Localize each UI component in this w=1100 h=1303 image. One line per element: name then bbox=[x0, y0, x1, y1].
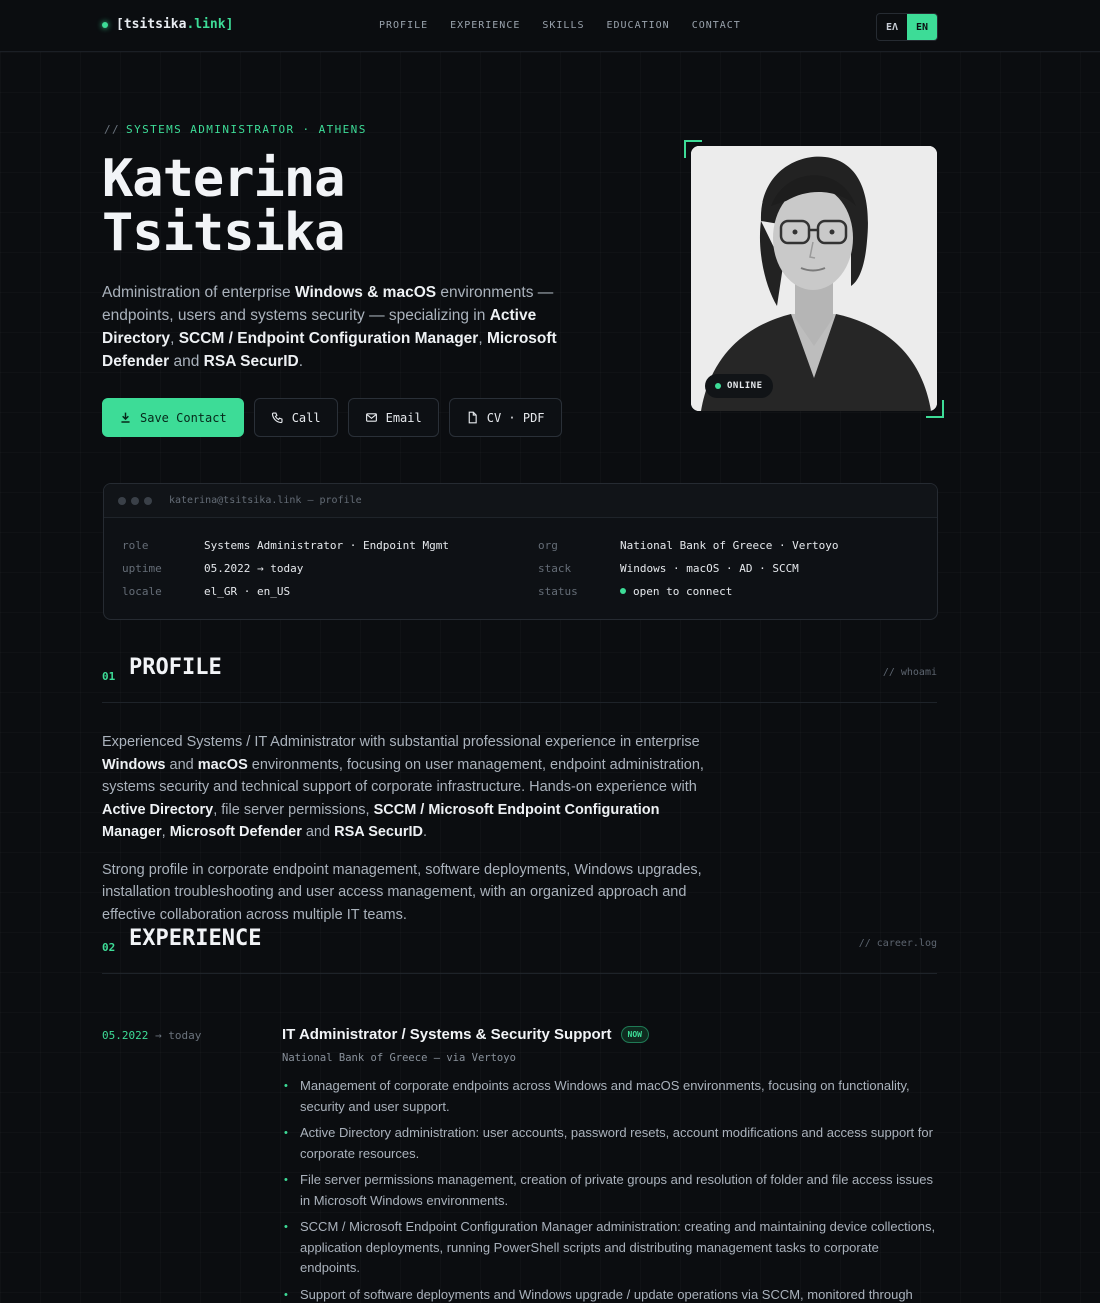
profile-terminal: katerina@tsitsika.link — profile role Sy… bbox=[103, 483, 938, 620]
site-logo[interactable]: [tsitsika.link] bbox=[102, 17, 233, 32]
lang-el-button[interactable]: EΛ bbox=[877, 14, 907, 40]
terminal-rows: role Systems Administrator · Endpoint Mg… bbox=[122, 539, 919, 608]
terminal-row: locale el_GR · en_US status open to conn… bbox=[122, 585, 733, 598]
list-item: File server permissions management, crea… bbox=[282, 1170, 937, 1211]
profile-text: Experienced Systems / IT Administrator w… bbox=[102, 731, 717, 926]
window-dot-icon bbox=[118, 496, 126, 505]
nav-links: PROFILE EXPERIENCE SKILLS EDUCATION CONT… bbox=[379, 20, 741, 31]
first-name: Katerina bbox=[102, 149, 345, 209]
language-switcher: EΛ EN bbox=[876, 13, 938, 41]
nav-link-education[interactable]: EDUCATION bbox=[607, 20, 670, 31]
section-number: 02 bbox=[102, 941, 116, 954]
window-dot-icon bbox=[131, 496, 139, 505]
lang-en-button[interactable]: EN bbox=[907, 14, 937, 40]
current-job-badge: NOW bbox=[620, 1026, 649, 1043]
online-badge: ONLINE bbox=[705, 374, 773, 398]
hero-description: Administration of enterprise Windows & m… bbox=[102, 284, 557, 370]
job-date-range: 05.2022 → today bbox=[102, 1029, 202, 1042]
online-dot-icon bbox=[715, 383, 721, 389]
section-tag: // career.log bbox=[858, 938, 937, 949]
hero-actions: Save Contact Call Email CV · PDF bbox=[102, 398, 562, 437]
job-responsibilities: Management of corporate endpoints across… bbox=[282, 1076, 937, 1303]
section-tag: // whoami bbox=[882, 667, 937, 678]
terminal-title-bar: katerina@tsitsika.link — profile bbox=[104, 484, 937, 518]
file-icon bbox=[468, 411, 477, 424]
list-item: Management of corporate endpoints across… bbox=[282, 1076, 937, 1117]
mail-icon bbox=[365, 413, 377, 422]
terminal-title: katerina@tsitsika.link — profile bbox=[169, 495, 362, 506]
last-name: Tsitsika bbox=[102, 203, 345, 263]
list-item: Active Directory administration: user ac… bbox=[282, 1123, 937, 1164]
section-title: EXPERIENCE bbox=[129, 926, 262, 951]
status-dot-icon bbox=[620, 588, 626, 594]
download-icon bbox=[121, 412, 130, 423]
save-contact-button[interactable]: Save Contact bbox=[102, 398, 244, 437]
email-button[interactable]: Email bbox=[347, 398, 439, 437]
nav-link-contact[interactable]: CONTACT bbox=[692, 20, 741, 31]
hero-eyebrow: //SYSTEMS ADMINISTRATOR · ATHENS bbox=[104, 123, 367, 136]
profile-paragraph: Experienced Systems / IT Administrator w… bbox=[102, 734, 704, 840]
profile-paragraph: Strong profile in corporate endpoint man… bbox=[102, 861, 702, 923]
terminal-row: uptime 05.2022 → today stack Windows · m… bbox=[122, 562, 799, 575]
job-organization: National Bank of Greece — via Vertoyo bbox=[282, 1052, 516, 1064]
list-item: SCCM / Microsoft Endpoint Configuration … bbox=[282, 1217, 937, 1279]
section-number: 01 bbox=[102, 670, 116, 683]
profile-photo-frame: ONLINE bbox=[684, 140, 944, 418]
call-button[interactable]: Call bbox=[253, 398, 338, 437]
nav-link-profile[interactable]: PROFILE bbox=[379, 20, 428, 31]
nav-link-skills[interactable]: SKILLS bbox=[542, 20, 584, 31]
phone-icon bbox=[271, 412, 283, 424]
nav-link-experience[interactable]: EXPERIENCE bbox=[450, 20, 520, 31]
terminal-row: role Systems Administrator · Endpoint Mg… bbox=[122, 539, 839, 552]
hero-name: Katerina Tsitsika bbox=[102, 149, 345, 263]
status-dot-icon bbox=[102, 21, 108, 28]
cv-pdf-button[interactable]: CV · PDF bbox=[448, 398, 562, 437]
top-nav: [tsitsika.link] PROFILE EXPERIENCE SKILL… bbox=[0, 0, 1100, 52]
job-title: IT Administrator / Systems & Security Su… bbox=[282, 1026, 649, 1043]
section-title: PROFILE bbox=[129, 655, 222, 680]
window-dot-icon bbox=[144, 496, 152, 505]
experience-section-header: 02 EXPERIENCE // career.log bbox=[102, 926, 937, 974]
profile-photo: ONLINE bbox=[691, 146, 937, 411]
list-item: Support of software deployments and Wind… bbox=[282, 1285, 937, 1303]
profile-section-header: 01 PROFILE // whoami bbox=[102, 655, 937, 703]
